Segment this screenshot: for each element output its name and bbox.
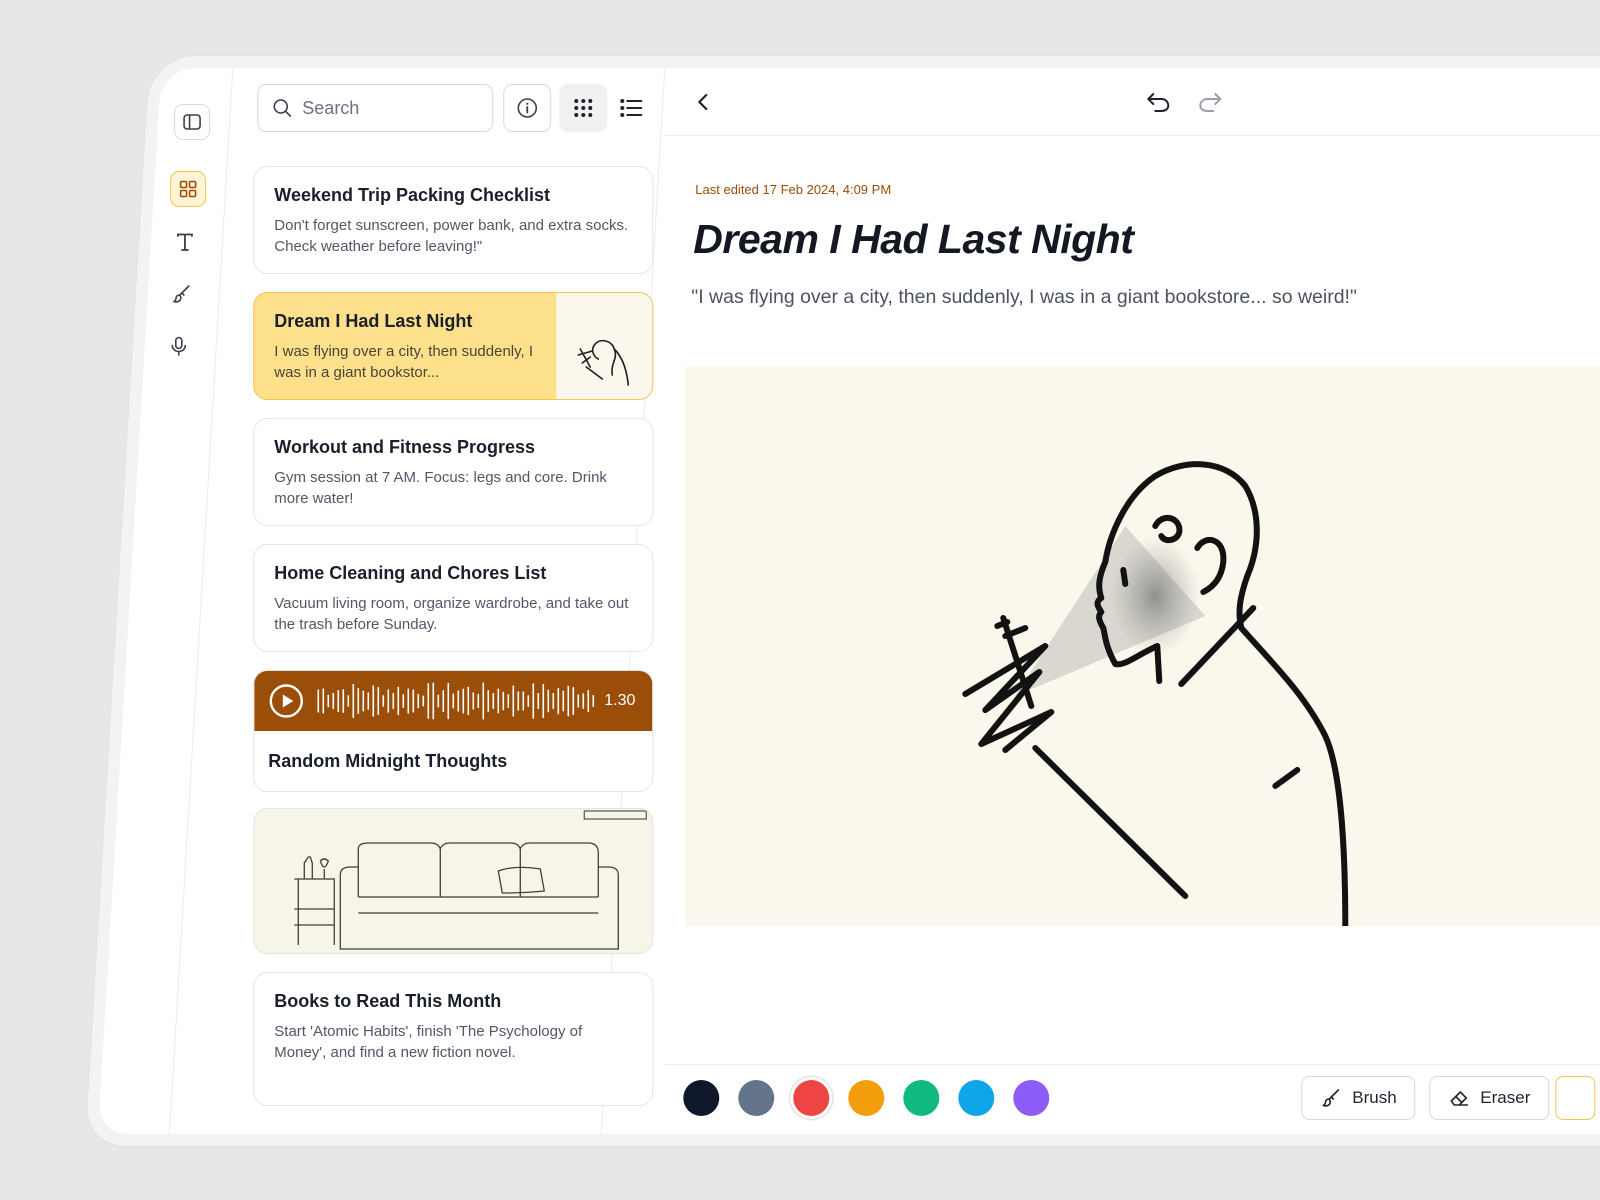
search-placeholder: Search [302,97,360,118]
note-title: Weekend Trip Packing Checklist [274,185,551,205]
paint-brush-icon [173,285,190,303]
undo-button[interactable] [1143,88,1173,116]
note-title: Books to Read This Month [274,991,502,1011]
undo-icon [1147,93,1170,112]
image-note-card[interactable] [253,808,654,954]
waveform-icon [317,682,595,720]
color-swatch[interactable] [958,1080,995,1116]
grid-icon [179,180,197,198]
color-swatch[interactable] [848,1080,885,1116]
audio-note-card[interactable]: 1.30 Random Midnight Thoughts [253,670,654,792]
color-swatch[interactable] [903,1080,940,1116]
dots-grid-icon [574,99,593,117]
note-card-selected[interactable]: Dream I Had Last Night I was flying over… [253,292,654,400]
eraser-icon [1450,1091,1469,1106]
note-title: Workout and Fitness Progress [274,437,536,457]
info-button[interactable] [503,84,552,132]
sidebar-icon [183,114,201,130]
dream-sketch-illustration [962,461,1349,929]
text-icon [177,233,193,251]
list-icon [620,99,643,117]
note-thumbnail [556,293,653,399]
toggle-sidebar-button[interactable] [174,104,211,140]
note-card[interactable]: Weekend Trip Packing Checklist Don't for… [253,166,654,274]
redo-icon [1199,93,1222,112]
brush-label: Brush [1352,1088,1397,1107]
drawing-canvas[interactable] [685,366,1600,929]
color-swatch[interactable] [738,1080,775,1116]
color-swatch[interactable] [1013,1080,1050,1116]
note-card[interactable]: Workout and Fitness Progress Gym session… [253,418,654,526]
text-tool-button[interactable] [167,224,203,260]
notes-list-panel: Search Weekend Trip Packing Checklist Do… [169,68,666,1134]
eraser-button[interactable]: Eraser [1429,1076,1550,1120]
note-title: Home Cleaning and Chores List [274,563,547,583]
brush-tool-button[interactable] [164,276,200,312]
redo-button[interactable] [1195,88,1225,116]
note-card[interactable]: Books to Read This Month Start 'Atomic H… [253,972,654,1106]
play-icon[interactable] [268,683,304,719]
audio-player: 1.30 [254,671,653,731]
info-icon [517,98,538,118]
more-tools-button[interactable] [1555,1076,1596,1120]
app-screen: Search Weekend Trip Packing Checklist Do… [97,68,1600,1134]
back-button[interactable] [691,90,715,114]
note-preview: Gym session at 7 AM. Focus: legs and cor… [274,469,607,507]
note-title: Random Midnight Thoughts [268,751,508,771]
note-title: Dream I Had Last Night [274,311,473,331]
brush-button[interactable]: Brush [1301,1076,1416,1120]
grid-layout-button[interactable] [559,84,608,132]
note-quote-text[interactable]: "I was flying over a city, then suddenly… [691,286,1357,309]
note-editor: Last edited 17 Feb 2024, 4:09 PM Dream I… [602,68,1600,1134]
voice-tool-button[interactable] [161,328,197,364]
device-frame: Search Weekend Trip Packing Checklist Do… [85,56,1600,1146]
drawing-toolbar: Brush Eraser [665,1064,1600,1134]
eraser-label: Eraser [1480,1088,1531,1107]
grid-view-tool-button[interactable] [170,171,207,207]
note-preview: I was flying over a city, then suddenly,… [274,343,534,381]
list-layout-button[interactable] [607,84,655,132]
color-swatch[interactable] [683,1080,720,1116]
last-edited-timestamp: Last edited 17 Feb 2024, 4:09 PM [695,182,892,197]
search-input[interactable]: Search [257,84,494,132]
note-card[interactable]: Home Cleaning and Chores List Vacuum liv… [253,544,654,652]
note-title-heading[interactable]: Dream I Had Last Night [693,216,1133,263]
note-preview: Vacuum living room, organize wardrobe, a… [274,595,629,633]
note-preview: Don't forget sunscreen, power bank, and … [274,217,629,255]
note-preview: Start 'Atomic Habits', finish 'The Psych… [274,1023,583,1061]
chevron-left-icon [698,93,708,111]
microphone-icon [171,336,187,356]
search-icon [273,99,292,117]
color-swatch[interactable] [793,1080,830,1116]
sofa-illustration [294,810,647,950]
editor-toolbar [665,68,1600,136]
brush-icon [1322,1089,1340,1107]
